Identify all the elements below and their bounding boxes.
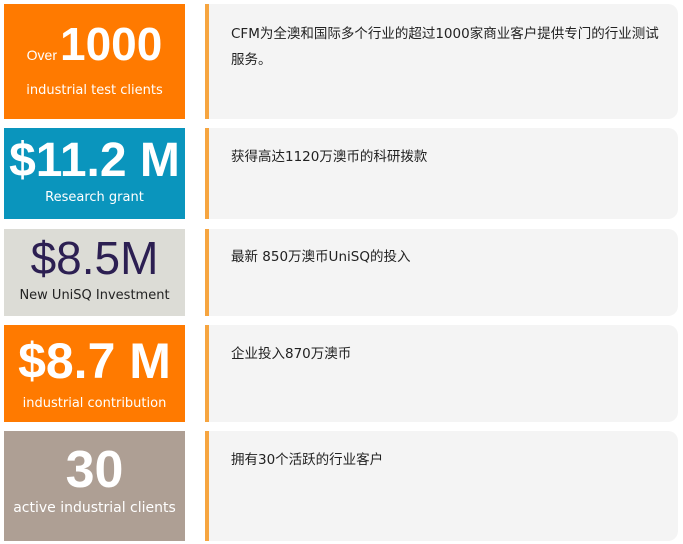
- stat-card-industrial-contribution: 企业投入870万澳币: [205, 325, 678, 422]
- stat-card-active-clients: 拥有30个活跃的行业客户: [205, 431, 678, 541]
- stat-tile-research-grant: $11.2 M Research grant: [4, 128, 185, 219]
- stat-value: $8.7 M: [18, 333, 171, 389]
- stat-tile-unisq-investment: $8.5M New UniSQ Investment: [4, 229, 185, 316]
- stat-description: CFM为全澳和国际多个行业的超过1000家商业客户提供专门的行业测试服务。: [231, 26, 659, 68]
- stat-prefix: Over: [26, 47, 57, 63]
- stat-card-clients: CFM为全澳和国际多个行业的超过1000家商业客户提供专门的行业测试服务。: [205, 4, 678, 119]
- stat-tile-clients: Over1000 industrial test clients: [4, 4, 185, 119]
- stat-value: 30: [65, 441, 124, 499]
- stat-tile-industrial-contribution: $8.7 M industrial contribution: [4, 325, 185, 422]
- stat-value: $8.5M: [30, 232, 159, 284]
- stat-value: Over1000: [26, 18, 163, 70]
- stat-description: 拥有30个活跃的行业客户: [231, 452, 384, 468]
- stat-value: $11.2 M: [9, 134, 180, 187]
- stat-card-unisq-investment: 最新 850万澳币UniSQ的投入: [205, 229, 678, 316]
- stat-caption: active industrial clients: [13, 500, 176, 516]
- stat-description: 最新 850万澳币UniSQ的投入: [231, 249, 411, 265]
- stat-caption: Research grant: [45, 190, 144, 205]
- stat-caption: New UniSQ Investment: [19, 288, 170, 303]
- stat-description: 获得高达1120万澳币的科研拨款: [231, 149, 428, 165]
- stat-caption: industrial test clients: [26, 83, 163, 98]
- stat-caption: industrial contribution: [22, 396, 167, 411]
- stat-tile-active-clients: 30 active industrial clients: [4, 431, 185, 541]
- stat-description: 企业投入870万澳币: [231, 346, 352, 362]
- stat-card-research-grant: 获得高达1120万澳币的科研拨款: [205, 128, 678, 219]
